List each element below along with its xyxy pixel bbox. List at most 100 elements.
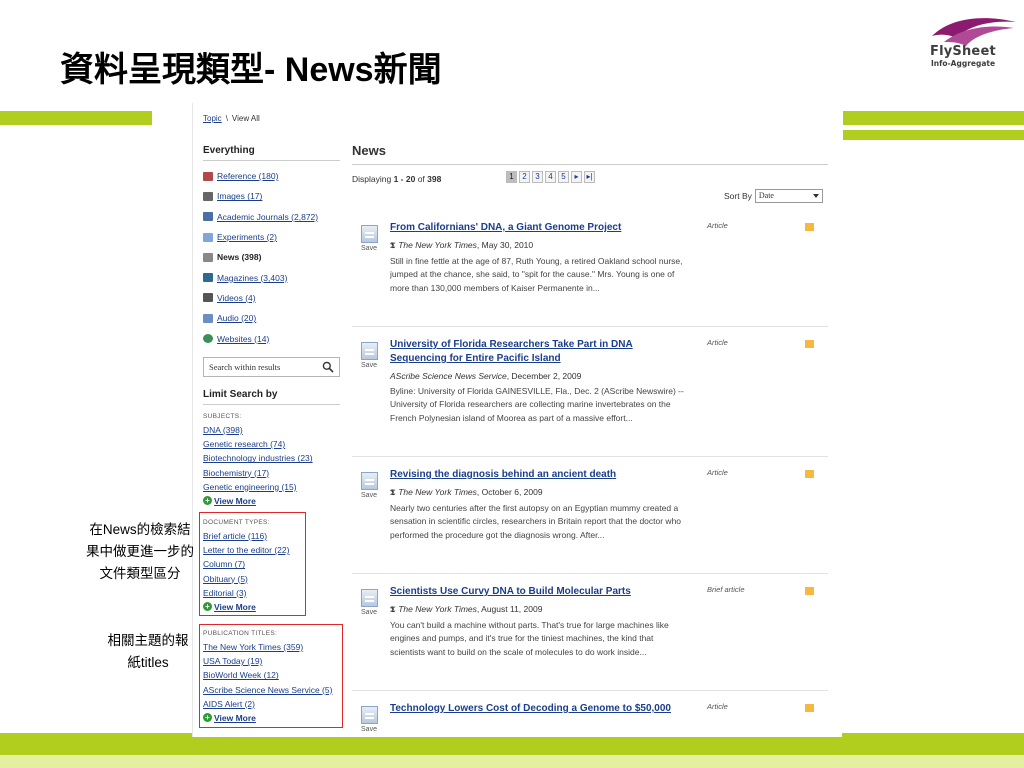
breadcrumb: Topic \ View All (203, 114, 260, 123)
document-icon[interactable] (360, 472, 378, 490)
result-divider (352, 326, 828, 327)
result-body: Revising the diagnosis behind an ancient… (390, 468, 690, 542)
result-source: 𝕿 The New York Times, August 11, 2009 (390, 602, 690, 617)
nyt-logo-icon: 𝕿 (390, 241, 396, 251)
subject-facet[interactable]: DNA (398) (203, 423, 340, 437)
category-item[interactable]: Websites (14) (203, 328, 340, 348)
rss-flag-icon[interactable] (805, 223, 814, 231)
category-label[interactable]: Experiments (2) (217, 232, 277, 242)
results-main: News Displaying 1 - 20 of 398 1 2 3 4 5 ▸ ▸| S… (352, 143, 828, 733)
page-link[interactable]: 5 (558, 171, 569, 183)
save-button[interactable]: Save (358, 706, 380, 733)
source-name: AScribe Science News Service (390, 371, 507, 381)
speaker-icon (203, 313, 213, 323)
rail-title: Everything (203, 145, 340, 161)
page-link[interactable]: 4 (545, 171, 556, 183)
annotation-publication-titles: 相關主題的報紙titles (107, 633, 189, 671)
category-item[interactable]: Reference (180) (203, 166, 340, 186)
sort-select[interactable]: Date (754, 189, 823, 203)
logo-tagline: Info-Aggregate (931, 59, 996, 68)
subject-facet-link[interactable]: Biochemistry (17) (203, 468, 269, 478)
category-item[interactable]: Academic Journals (2,872) (203, 207, 340, 227)
document-icon[interactable] (360, 225, 378, 243)
save-button[interactable]: Save (358, 225, 380, 252)
subject-facet[interactable]: Biotechnology industries (23) (203, 451, 340, 465)
category-label[interactable]: Reference (180) (217, 171, 278, 181)
subject-facet[interactable]: Genetic engineering (15) (203, 480, 340, 494)
result-body: Technology Lowers Cost of Decoding a Gen… (390, 702, 690, 716)
result-source: AScribe Science News Service, December 2… (390, 369, 690, 383)
displaying-count: Displaying 1 - 20 of 398 (352, 174, 442, 184)
magnifier-icon[interactable] (322, 361, 334, 373)
save-label[interactable]: Save (358, 609, 380, 616)
result-title-link[interactable]: Scientists Use Curvy DNA to Build Molecu… (390, 585, 690, 599)
source-name: The New York Times (398, 240, 477, 250)
publication-titles-highlight (199, 624, 343, 728)
category-label[interactable]: Videos (4) (217, 293, 256, 303)
search-within-input[interactable]: Search within results (203, 357, 340, 377)
result-type: Article (707, 221, 728, 230)
rss-flag-icon[interactable] (805, 470, 814, 478)
globe-icon (203, 334, 213, 344)
save-label[interactable]: Save (358, 362, 380, 369)
result-body: University of Florida Researchers Take P… (390, 338, 690, 425)
page-link[interactable]: 1 (506, 171, 517, 183)
subject-facet-link[interactable]: Genetic research (74) (203, 439, 285, 449)
category-item[interactable]: Magazines (3,403) (203, 267, 340, 287)
page-link[interactable]: ▸ (571, 171, 582, 183)
page-link[interactable]: 3 (532, 171, 543, 183)
category-label[interactable]: Images (17) (217, 191, 262, 201)
result-title-link[interactable]: University of Florida Researchers Take P… (390, 338, 690, 366)
subject-facet[interactable]: Biochemistry (17) (203, 466, 340, 480)
pagination: 1 2 3 4 5 ▸ ▸| (506, 171, 595, 183)
result-body: From Californians' DNA, a Giant Genome P… (390, 221, 690, 295)
reference-icon (203, 171, 213, 181)
result-title-link[interactable]: From Californians' DNA, a Giant Genome P… (390, 221, 690, 235)
result-divider (352, 573, 828, 574)
save-label[interactable]: Save (358, 726, 380, 733)
page-link[interactable]: ▸| (584, 171, 595, 183)
result-divider (352, 456, 828, 457)
sort-label: Sort By (724, 191, 752, 201)
result-type: Article (707, 338, 728, 347)
category-label[interactable]: Websites (14) (217, 334, 269, 344)
plus-icon: + (203, 496, 212, 506)
subject-facet-link[interactable]: Genetic engineering (15) (203, 482, 297, 492)
document-icon[interactable] (360, 706, 378, 724)
category-label[interactable]: Audio (20) (217, 313, 256, 323)
category-label[interactable]: Magazines (3,403) (217, 273, 287, 283)
rss-flag-icon[interactable] (805, 587, 814, 595)
subject-facet-link[interactable]: Biotechnology industries (23) (203, 453, 313, 463)
save-label[interactable]: Save (358, 492, 380, 499)
result-type: Article (707, 468, 728, 477)
page-link[interactable]: 2 (519, 171, 530, 183)
document-icon[interactable] (360, 342, 378, 360)
result-source: 𝕿 The New York Times, May 30, 2010 (390, 238, 690, 253)
limit-title: Limit Search by (203, 389, 340, 405)
category-item[interactable]: Audio (20) (203, 308, 340, 328)
category-item[interactable]: Images (17) (203, 186, 340, 206)
category-label[interactable]: News (398) (217, 252, 261, 262)
rss-flag-icon[interactable] (805, 704, 814, 712)
category-item[interactable]: News (398) (203, 247, 340, 267)
subject-facet-link[interactable]: DNA (398) (203, 425, 243, 435)
rss-flag-icon[interactable] (805, 340, 814, 348)
save-button[interactable]: Save (358, 589, 380, 616)
category-item[interactable]: Experiments (2) (203, 227, 340, 247)
result-type: Article (707, 702, 728, 711)
subjects-view-more[interactable]: + View More (203, 494, 340, 508)
result-title-link[interactable]: Technology Lowers Cost of Decoding a Gen… (390, 702, 690, 716)
source-date: , December 2, 2009 (506, 371, 582, 381)
save-label[interactable]: Save (358, 245, 380, 252)
result-title-link[interactable]: Revising the diagnosis behind an ancient… (390, 468, 690, 482)
breadcrumb-topic-link[interactable]: Topic (203, 114, 222, 123)
annotation-document-types: 在News的檢索結果中做更進一步的文件類型區分 (86, 522, 194, 582)
nyt-logo-icon: 𝕿 (390, 488, 396, 498)
result-abstract: Nearly two centuries after the first aut… (390, 503, 682, 540)
category-label[interactable]: Academic Journals (2,872) (217, 212, 318, 222)
subject-facet[interactable]: Genetic research (74) (203, 437, 340, 451)
document-icon[interactable] (360, 589, 378, 607)
category-item[interactable]: Videos (4) (203, 288, 340, 308)
save-button[interactable]: Save (358, 472, 380, 499)
save-button[interactable]: Save (358, 342, 380, 369)
